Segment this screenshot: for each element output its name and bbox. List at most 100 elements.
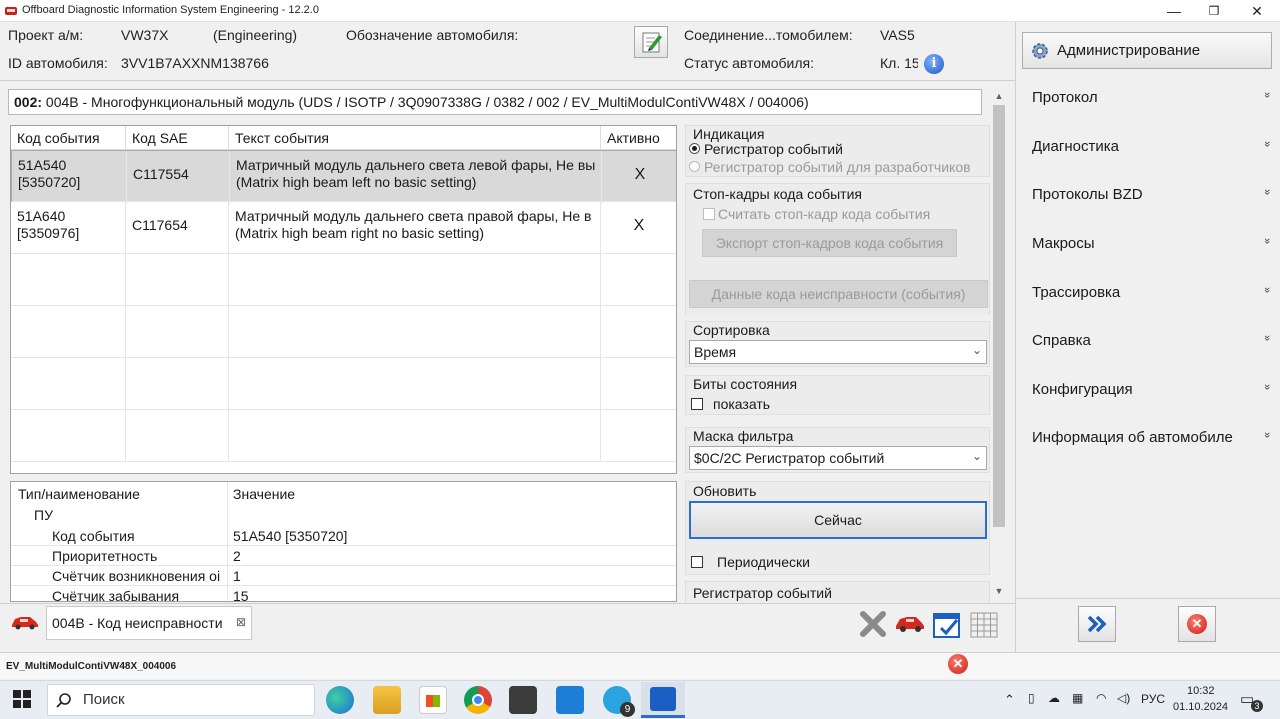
fault-data-button[interactable]: Данные кода неисправности (события)	[689, 280, 988, 308]
freeze-read-checkbox[interactable]	[703, 208, 715, 220]
content-scrollbar[interactable]: ▲ ▼	[991, 89, 1007, 601]
status-bits-show-label[interactable]: показать	[713, 396, 770, 412]
recorder-label: Регистратор событий	[693, 585, 832, 601]
menu-label: Диагностика	[1032, 138, 1119, 155]
wifi-icon[interactable]: ◠	[1096, 691, 1106, 705]
calculator-icon[interactable]	[509, 686, 537, 714]
chrome-icon[interactable]	[464, 686, 492, 714]
grid-icon[interactable]	[969, 611, 999, 639]
scroll-down-icon[interactable]: ▼	[991, 586, 1007, 600]
freeze-read-label[interactable]: Считать стоп-кадр кода события	[718, 206, 930, 222]
menu-protocol[interactable]: Протокол »	[1032, 89, 1273, 106]
vehicle-car-icon[interactable]	[894, 612, 926, 634]
filter-group: Маска фильтра $0C/2C Регистратор событий…	[685, 427, 990, 473]
window-title: Offboard Diagnostic Information System E…	[22, 4, 319, 16]
status-bits-group: Биты состояния показать	[685, 375, 990, 415]
filter-select[interactable]: $0C/2C Регистратор событий ⌄	[689, 446, 987, 470]
refresh-now-button[interactable]: Сейчас	[689, 501, 987, 539]
info-icon[interactable]: i	[924, 54, 944, 74]
search-icon	[56, 693, 71, 708]
filter-value: $0C/2C Регистратор событий	[694, 450, 885, 466]
edit-vehicle-button[interactable]	[634, 26, 668, 58]
language-indicator[interactable]: РУС	[1141, 692, 1165, 706]
close-window-button[interactable]: ✕	[1234, 0, 1280, 22]
status-bar: EV_MultiModulContiVW48X_004006	[0, 652, 1280, 679]
forward-button[interactable]	[1078, 606, 1116, 642]
edge-icon[interactable]	[326, 686, 354, 714]
scroll-up-icon[interactable]: ▲	[991, 91, 1007, 105]
tab-close-icon[interactable]: ⊠	[236, 615, 246, 629]
cloud-icon[interactable]: ☁	[1048, 691, 1060, 705]
refresh-label: Обновить	[693, 483, 757, 499]
menu-configuration[interactable]: Конфигурация »	[1032, 381, 1273, 398]
module-info-line: 002: 004B - Многофункциональный модуль (…	[8, 89, 982, 115]
maximize-button[interactable]: ❐	[1191, 0, 1237, 22]
col-event-text[interactable]: Текст события	[229, 126, 601, 150]
chevron-down-icon: »	[1260, 188, 1273, 196]
active-cell: X	[601, 202, 676, 254]
radio-event-recorder-label[interactable]: Регистратор событий	[704, 141, 843, 157]
shield-icon[interactable]	[556, 686, 584, 714]
table-row[interactable]: Счётчик забывания 15	[11, 586, 676, 601]
menu-diagnostics[interactable]: Диагностика »	[1032, 138, 1273, 155]
detail-value: 51A540 [5350720]	[233, 528, 348, 544]
file-explorer-icon[interactable]	[373, 686, 401, 714]
tab-fault-code[interactable]: 004B - Код неисправности ⊠	[46, 606, 252, 640]
menu-label: Протоколы BZD	[1032, 186, 1143, 203]
table-row[interactable]: 51A640 [5350976] C117654 Матричный модул…	[11, 202, 676, 254]
calendar-check-icon[interactable]	[932, 611, 962, 639]
taskbar-search[interactable]: Поиск	[47, 684, 315, 716]
telegram-icon[interactable]: 9	[603, 686, 635, 717]
scrollbar-thumb[interactable]	[993, 105, 1005, 527]
col-event-code[interactable]: Код события	[11, 126, 126, 150]
device-icon[interactable]: ▯	[1028, 691, 1035, 705]
error-icon[interactable]: ✕	[948, 654, 968, 674]
connection-label: Соединение...томобилем:	[684, 27, 853, 43]
periodic-label[interactable]: Периодически	[717, 554, 810, 570]
menu-bzd-protocols[interactable]: Протоколы BZD »	[1032, 186, 1273, 203]
chevron-up-icon[interactable]: ⌃	[1004, 692, 1015, 708]
menu-label: Протокол	[1032, 89, 1098, 106]
delete-x-icon[interactable]	[858, 610, 888, 638]
radio-dev-recorder[interactable]	[689, 161, 700, 172]
export-freeze-button[interactable]: Экспорт стоп-кадров кода события	[702, 229, 957, 257]
network-icon[interactable]: ▦	[1072, 691, 1083, 705]
periodic-checkbox[interactable]	[691, 556, 703, 568]
volume-icon[interactable]: ◁)	[1117, 691, 1130, 705]
windows-start-icon[interactable]	[13, 690, 31, 708]
status-bits-checkbox[interactable]	[691, 398, 703, 410]
administration-button[interactable]: Администрирование	[1022, 32, 1272, 69]
table-row[interactable]: Счётчик возникновения оі 1	[11, 566, 676, 586]
chevron-down-icon: »	[1260, 286, 1273, 294]
chevron-down-icon: »	[1260, 431, 1273, 439]
sort-select[interactable]: Время ⌄	[689, 340, 987, 364]
menu-tracing[interactable]: Трассировка »	[1032, 284, 1273, 301]
store-icon[interactable]	[419, 686, 447, 714]
details-header-type: Тип/наименование	[18, 486, 140, 502]
table-row[interactable]: Код события 51A540 [5350720]	[11, 526, 676, 546]
sort-value: Время	[694, 344, 737, 360]
menu-vehicle-info[interactable]: Информация об автомобиле »	[1032, 429, 1273, 446]
double-arrow-right-icon	[1087, 615, 1107, 633]
sae-code-cell: C117654	[126, 202, 229, 254]
clock-date[interactable]: 01.10.2024	[1173, 701, 1228, 713]
freeze-frame-label: Стоп-кадры кода события	[693, 186, 862, 202]
connection-value: VAS5	[880, 27, 915, 43]
notification-badge: 3	[1251, 700, 1263, 712]
chevron-down-icon: ⌄	[971, 343, 982, 357]
sort-group: Сортировка Время ⌄	[685, 321, 990, 367]
clock-time[interactable]: 10:32	[1187, 685, 1215, 697]
col-active[interactable]: Активно	[601, 126, 676, 150]
radio-dev-recorder-label[interactable]: Регистратор событий для разработчиков	[704, 159, 971, 175]
odis-taskbar-button[interactable]	[641, 682, 685, 718]
menu-macros[interactable]: Макросы »	[1032, 235, 1273, 252]
table-row[interactable]: Приоритетность 2	[11, 546, 676, 566]
app-icon	[5, 7, 17, 15]
menu-label: Информация об автомобиле	[1032, 429, 1233, 446]
cancel-button[interactable]: ✕	[1178, 606, 1216, 642]
detail-value: 1	[233, 568, 241, 584]
radio-event-recorder[interactable]	[689, 143, 700, 154]
table-row[interactable]: 51A540 [5350720] C117554 Матричный модул…	[11, 150, 676, 203]
menu-help[interactable]: Справка »	[1032, 332, 1273, 349]
col-sae-code[interactable]: Код SAE	[126, 126, 229, 150]
